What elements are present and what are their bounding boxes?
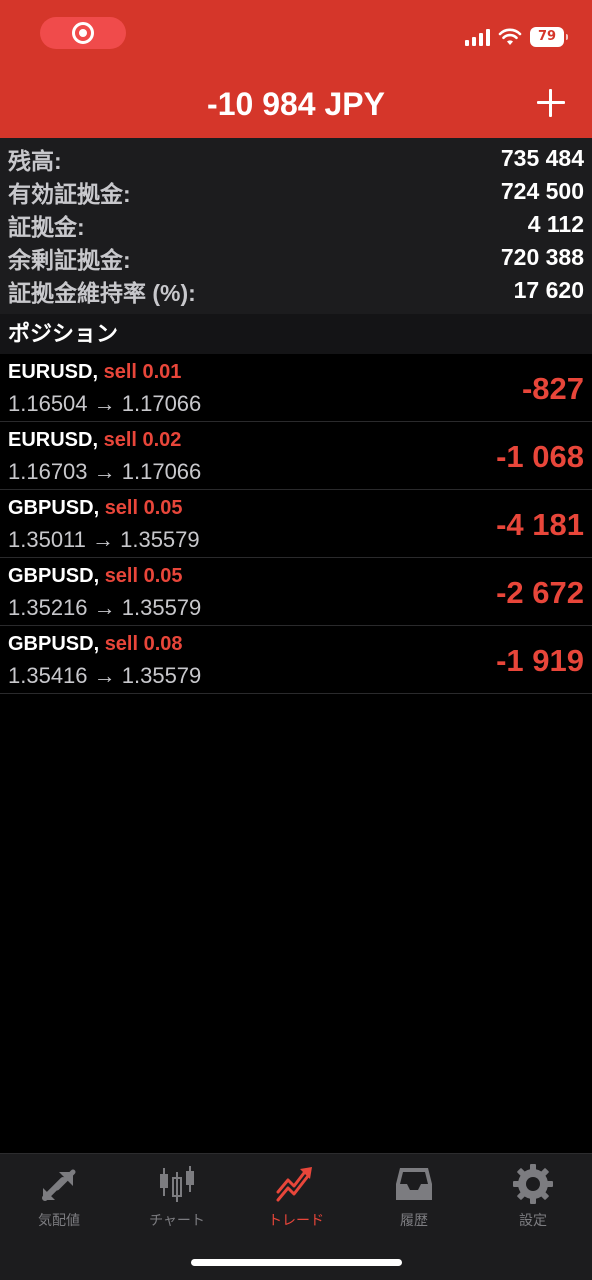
summary-value: 720 388 xyxy=(500,244,584,270)
battery-icon: 79 xyxy=(530,27,568,47)
position-row[interactable]: GBPUSD, sell 0.08 1.35416 → 1.35579 -1 9… xyxy=(0,626,592,694)
tab-quotes[interactable]: 気配値 xyxy=(0,1162,118,1230)
position-prices: 1.16504 → 1.17066 xyxy=(8,391,202,416)
tab-label: チャート xyxy=(149,1212,205,1228)
tab-label: 気配値 xyxy=(38,1212,80,1228)
position-profit: -827 xyxy=(521,371,584,406)
position-side-volume: sell 0.01 xyxy=(103,361,182,383)
cellular-signal-icon xyxy=(465,28,490,46)
position-side-volume: sell 0.08 xyxy=(104,633,183,655)
candlestick-chart-icon xyxy=(160,1166,194,1202)
summary-value: 17 620 xyxy=(513,277,584,303)
position-prices: 1.16703 → 1.17066 xyxy=(8,459,202,484)
summary-row-balance: 残高: 735 484 xyxy=(0,142,592,175)
position-row[interactable]: GBPUSD, sell 0.05 1.35216 → 1.35579 -2 6… xyxy=(0,558,592,626)
summary-row-free-margin: 余剰証拠金: 720 388 xyxy=(0,241,592,274)
position-title: EURUSD, sell 0.01 xyxy=(8,359,181,385)
summary-row-margin-level: 証拠金維持率 (%): 17 620 xyxy=(0,274,592,307)
position-prices: 1.35416 → 1.35579 xyxy=(8,663,202,688)
summary-label: 有効証拠金: xyxy=(8,180,131,207)
tab-label: 履歴 xyxy=(400,1212,428,1228)
positions-list: EURUSD, sell 0.01 1.16504 → 1.17066 -827… xyxy=(0,354,592,694)
position-row[interactable]: EURUSD, sell 0.02 1.16703 → 1.17066 -1 0… xyxy=(0,422,592,490)
position-side-volume: sell 0.05 xyxy=(104,565,183,587)
home-indicator[interactable] xyxy=(191,1259,402,1266)
position-row[interactable]: GBPUSD, sell 0.05 1.35011 → 1.35579 -4 1… xyxy=(0,490,592,558)
summary-row-margin: 証拠金: 4 112 xyxy=(0,208,592,241)
summary-label: 残高: xyxy=(8,147,62,174)
positions-section-header: ポジション xyxy=(0,314,592,354)
header-bar: 79 -10 984 JPY xyxy=(0,0,592,138)
position-profit: -1 068 xyxy=(496,439,584,474)
account-summary: 残高: 735 484 有効証拠金: 724 500 証拠金: 4 112 余剰… xyxy=(0,138,592,314)
quotes-arrows-icon xyxy=(42,1169,76,1201)
position-title: GBPUSD, sell 0.05 xyxy=(8,495,183,521)
position-symbol: EURUSD, xyxy=(8,429,99,451)
status-bar-right: 79 xyxy=(465,24,568,50)
gear-icon xyxy=(513,1164,553,1204)
position-symbol: GBPUSD, xyxy=(8,497,100,519)
history-tray-icon xyxy=(396,1168,432,1200)
summary-label: 証拠金維持率 (%): xyxy=(8,279,196,306)
position-side-volume: sell 0.05 xyxy=(104,497,183,519)
summary-label: 証拠金: xyxy=(8,213,85,240)
tab-label: トレード xyxy=(268,1212,324,1228)
position-side-volume: sell 0.02 xyxy=(103,429,182,451)
summary-value: 4 112 xyxy=(527,211,584,237)
position-title: GBPUSD, sell 0.08 xyxy=(8,631,183,657)
new-order-button[interactable] xyxy=(536,88,566,118)
tab-label: 設定 xyxy=(519,1212,547,1228)
position-profit: -4 181 xyxy=(496,507,584,542)
summary-label: 余剰証拠金: xyxy=(8,246,131,273)
position-symbol: GBPUSD, xyxy=(8,565,100,587)
summary-value: 724 500 xyxy=(500,178,584,204)
position-profit: -2 672 xyxy=(496,575,584,610)
wifi-icon xyxy=(498,28,522,46)
position-profit: -1 919 xyxy=(496,643,584,678)
profit-total-title: -10 984 JPY xyxy=(207,86,385,122)
trade-trend-icon xyxy=(276,1167,312,1202)
tab-trade[interactable]: トレード xyxy=(237,1162,355,1230)
position-title: EURUSD, sell 0.02 xyxy=(8,427,181,453)
summary-value: 735 484 xyxy=(500,145,584,171)
position-prices: 1.35216 → 1.35579 xyxy=(8,595,202,620)
position-symbol: GBPUSD, xyxy=(8,633,100,655)
screen-recording-indicator[interactable] xyxy=(40,17,126,49)
tab-chart[interactable]: チャート xyxy=(118,1162,236,1230)
tab-settings[interactable]: 設定 xyxy=(474,1162,592,1230)
position-prices: 1.35011 → 1.35579 xyxy=(8,527,200,552)
position-symbol: EURUSD, xyxy=(8,361,99,383)
summary-row-equity: 有効証拠金: 724 500 xyxy=(0,175,592,208)
position-row[interactable]: EURUSD, sell 0.01 1.16504 → 1.17066 -827 xyxy=(0,354,592,422)
tab-history[interactable]: 履歴 xyxy=(355,1162,473,1230)
position-title: GBPUSD, sell 0.05 xyxy=(8,563,183,589)
record-dot xyxy=(79,29,87,37)
